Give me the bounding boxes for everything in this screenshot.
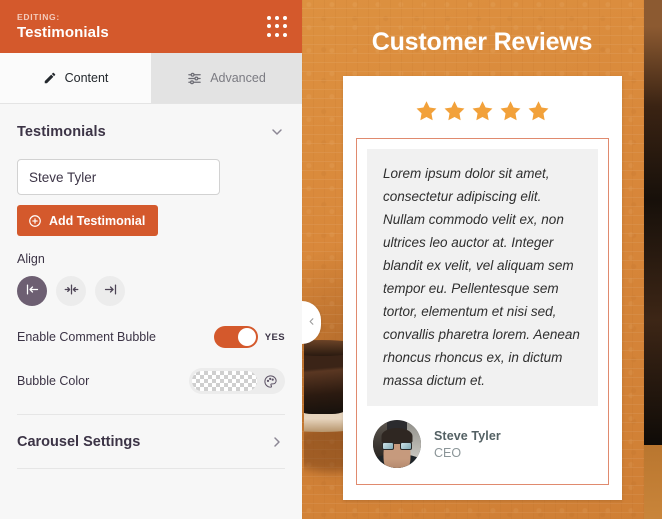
pencil-icon [43, 71, 57, 85]
section-header-testimonials[interactable]: Testimonials [17, 104, 285, 159]
star-filled-icon [470, 99, 495, 124]
toggle-state-label: YES [264, 331, 285, 343]
panel-header: EDITING: Testimonials [0, 0, 302, 53]
row-enable-comment-bubble: Enable Comment Bubble YES [17, 315, 285, 359]
testimonial-quote: Lorem ipsum dolor sit amet, consectetur … [367, 149, 598, 406]
add-testimonial-label: Add Testimonial [49, 213, 146, 228]
section-title-carousel: Carousel Settings [17, 433, 141, 450]
enable-comment-bubble-control: YES [213, 326, 285, 348]
preview-pane: Customer Reviews Lorem ipsum dolor sit a… [302, 0, 662, 519]
star-filled-icon [498, 99, 523, 124]
add-testimonial-button[interactable]: Add Testimonial [17, 205, 159, 236]
star-filled-icon [442, 99, 467, 124]
tab-advanced[interactable]: Advanced [151, 53, 302, 103]
editing-label: EDITING: [17, 11, 60, 22]
sliders-icon [187, 71, 202, 86]
star-filled-icon [526, 99, 551, 124]
palette-icon[interactable] [263, 374, 278, 389]
star-rating [356, 99, 609, 124]
section-title-testimonials: Testimonials [17, 123, 106, 140]
chevron-down-icon[interactable] [269, 124, 285, 140]
panel-body: Testimonials Add Testimonial [0, 104, 302, 469]
align-center-icon [64, 282, 79, 300]
star-filled-icon [414, 99, 439, 124]
editing-widget-name: Testimonials [17, 23, 109, 41]
align-left-button[interactable] [17, 276, 47, 306]
page-title: Customer Reviews [371, 28, 593, 56]
align-label: Align [17, 252, 45, 266]
avatar [373, 420, 421, 468]
settings-panel: EDITING: Testimonials Content Advanced T… [0, 0, 302, 519]
plus-circle-icon [28, 214, 42, 228]
toggle-knob [237, 328, 256, 346]
grid-dots-icon[interactable] [264, 14, 290, 40]
panel-header-titles: EDITING: Testimonials [17, 12, 264, 42]
tab-content-label: Content [64, 70, 109, 85]
section-header-carousel[interactable]: Carousel Settings [17, 415, 285, 468]
chevron-right-icon[interactable] [269, 434, 285, 450]
align-center-button[interactable] [56, 276, 86, 306]
row-bubble-color: Bubble Color [17, 359, 285, 403]
tab-advanced-label: Advanced [210, 70, 266, 85]
testimonial-card: Lorem ipsum dolor sit amet, consectetur … [343, 76, 622, 500]
wood-edge-bottom [644, 445, 662, 519]
panel-tabs: Content Advanced [0, 53, 302, 104]
divider-bottom [17, 468, 285, 469]
enable-comment-bubble-toggle[interactable] [213, 326, 258, 348]
enable-comment-bubble-label: Enable Comment Bubble [17, 330, 156, 344]
author-name: Steve Tyler [434, 428, 501, 443]
tab-content[interactable]: Content [0, 53, 151, 103]
bubble-color-swatch[interactable] [192, 371, 257, 391]
author-role: CEO [434, 445, 462, 460]
align-button-group [17, 276, 285, 306]
author-meta: Steve Tyler CEO [434, 429, 501, 460]
align-left-icon [25, 282, 40, 300]
align-right-icon [103, 282, 118, 300]
testimonial-author: Steve Tyler CEO [367, 406, 598, 472]
wood-edge-photo [644, 0, 662, 445]
align-right-button[interactable] [95, 276, 125, 306]
bubble-color-label: Bubble Color [17, 374, 90, 388]
comment-bubble: Lorem ipsum dolor sit amet, consectetur … [356, 138, 609, 485]
testimonial-name-input[interactable] [17, 159, 220, 195]
chevron-left-icon [306, 314, 317, 332]
bubble-color-picker[interactable] [189, 368, 285, 394]
app-root: EDITING: Testimonials Content Advanced T… [0, 0, 662, 519]
